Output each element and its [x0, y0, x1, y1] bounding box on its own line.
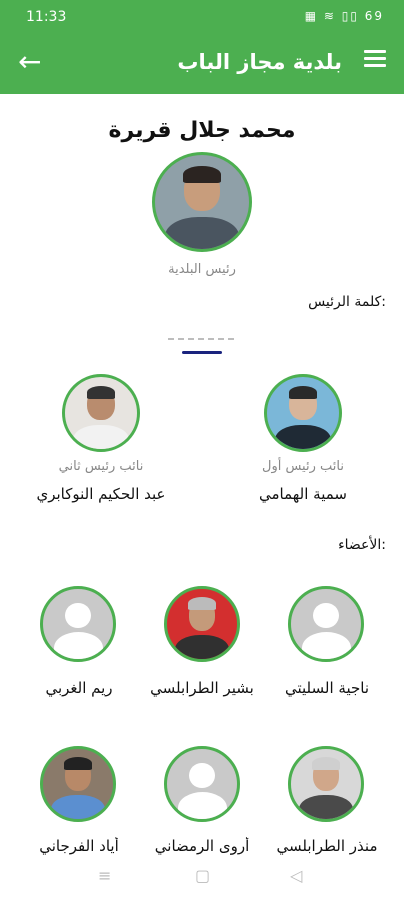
recent-apps-icon[interactable]: ≡: [98, 866, 111, 885]
home-icon[interactable]: ▢: [195, 866, 210, 885]
page-title: بلدية مجاز الباب: [177, 50, 342, 74]
app-bar: ← بلدية مجاز الباب: [0, 34, 404, 94]
status-time: 11:33: [26, 9, 67, 25]
member-avatar-5[interactable]: [164, 746, 240, 822]
member-name-6: أياد الفرجاني: [39, 837, 119, 855]
system-nav-bar: ≡ ▢ ◁: [0, 858, 404, 900]
deputy-name-2: عبد الحكيم النوكابري: [36, 485, 166, 503]
member-avatar-3[interactable]: [40, 586, 116, 662]
member-avatar-4[interactable]: [288, 746, 364, 822]
back-icon[interactable]: ◁: [290, 866, 302, 885]
member-name-3: ريم الغربي: [45, 679, 113, 697]
deputy-role-2: نائب رئيس ثاني: [58, 459, 144, 474]
divider-accent: [182, 351, 222, 354]
speech-label: كلمة الرئيس:: [308, 294, 386, 310]
member-name-2: بشير الطرابلسي: [150, 679, 254, 697]
deputy-name-1: سمية الهمامي: [258, 485, 347, 503]
member-avatar-2[interactable]: [164, 586, 240, 662]
deputy-avatar-2[interactable]: [62, 374, 140, 452]
members-label: الأعضاء:: [338, 537, 386, 553]
divider: [168, 338, 234, 340]
deputy-avatar-1[interactable]: [264, 374, 342, 452]
member-avatar-6[interactable]: [40, 746, 116, 822]
deputy-role-1: نائب رئيس أول: [262, 459, 344, 474]
hamburger-menu-icon[interactable]: [364, 50, 386, 68]
member-name-4: منذر الطرابلسي: [276, 837, 378, 855]
mayor-name: محمد جلال قريرة: [108, 118, 296, 143]
mayor-role: رئيس البلدية: [168, 262, 236, 277]
status-icons: ▦ ≋ ▯▯ 69: [304, 9, 384, 23]
member-name-5: أروى الرمضاني: [154, 837, 250, 855]
member-avatar-1[interactable]: [288, 586, 364, 662]
arrow-left-icon[interactable]: ←: [18, 46, 41, 78]
status-bar: 11:33 ▦ ≋ ▯▯ 69: [0, 0, 404, 34]
mayor-avatar[interactable]: [152, 152, 252, 252]
member-name-1: ناجية السليتي: [285, 679, 369, 697]
